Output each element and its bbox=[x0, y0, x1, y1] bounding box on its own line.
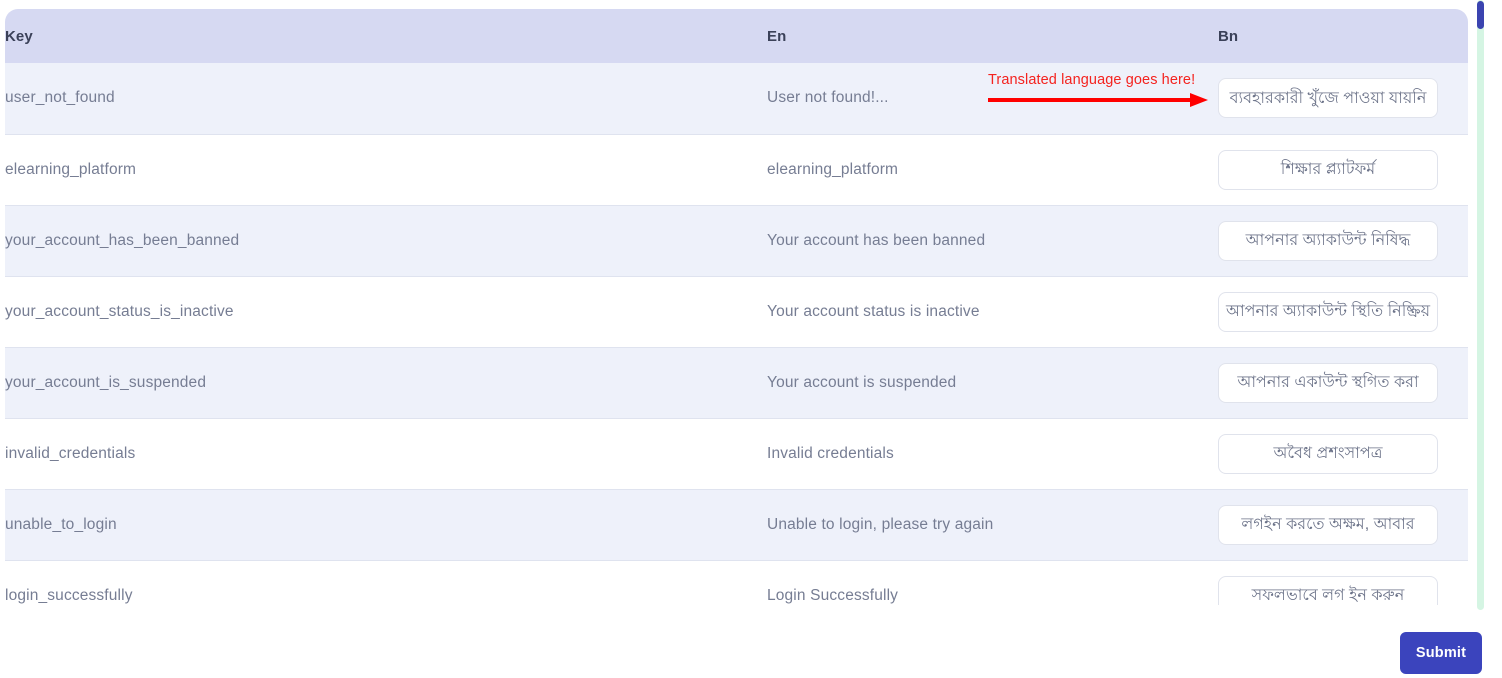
cell-key: unable_to_login bbox=[5, 489, 767, 561]
cell-key: login_successfully bbox=[5, 560, 767, 605]
table-row: user_not_found User not found!... bbox=[5, 63, 1468, 135]
cell-bn bbox=[1218, 205, 1468, 277]
cell-bn bbox=[1218, 489, 1468, 561]
table-header-row: Key En Bn bbox=[5, 9, 1468, 63]
column-header-en: En bbox=[767, 9, 1218, 63]
column-header-key: Key bbox=[5, 9, 767, 63]
translation-table: Key En Bn user_not_found User not found!… bbox=[5, 9, 1468, 605]
cell-key: user_not_found bbox=[5, 63, 767, 135]
cell-en: Your account has been banned bbox=[767, 205, 1218, 277]
cell-bn bbox=[1218, 418, 1468, 490]
translation-input[interactable] bbox=[1218, 78, 1438, 119]
vertical-scrollbar-thumb[interactable] bbox=[1477, 1, 1484, 29]
cell-en: Your account status is inactive bbox=[767, 276, 1218, 348]
cell-en: User not found!... bbox=[767, 63, 1218, 135]
cell-en: Your account is suspended bbox=[767, 347, 1218, 419]
cell-en: Unable to login, please try again bbox=[767, 489, 1218, 561]
cell-key: your_account_status_is_inactive bbox=[5, 276, 767, 348]
cell-bn bbox=[1218, 347, 1468, 419]
translation-input[interactable] bbox=[1218, 291, 1438, 332]
table-row: login_successfully Login Successfully bbox=[5, 560, 1468, 605]
table-row: your_account_is_suspended Your account i… bbox=[5, 347, 1468, 419]
translation-input[interactable] bbox=[1218, 504, 1438, 545]
table-body: user_not_found User not found!... elearn… bbox=[5, 63, 1468, 605]
cell-bn bbox=[1218, 276, 1468, 348]
translation-input[interactable] bbox=[1218, 433, 1438, 474]
table-header: Key En Bn bbox=[5, 9, 1468, 63]
cell-bn bbox=[1218, 134, 1468, 206]
cell-en: elearning_platform bbox=[767, 134, 1218, 206]
cell-en: Login Successfully bbox=[767, 560, 1218, 605]
vertical-scrollbar-track[interactable] bbox=[1477, 0, 1484, 610]
table-row: your_account_has_been_banned Your accoun… bbox=[5, 205, 1468, 277]
translation-input[interactable] bbox=[1218, 149, 1438, 190]
cell-key: your_account_has_been_banned bbox=[5, 205, 767, 277]
translation-input[interactable] bbox=[1218, 362, 1438, 403]
cell-bn bbox=[1218, 560, 1468, 605]
cell-en: Invalid credentials bbox=[767, 418, 1218, 490]
translation-input[interactable] bbox=[1218, 575, 1438, 605]
table-row: invalid_credentials Invalid credentials bbox=[5, 418, 1468, 490]
column-header-bn: Bn bbox=[1218, 9, 1468, 63]
cell-key: invalid_credentials bbox=[5, 418, 767, 490]
translation-input[interactable] bbox=[1218, 220, 1438, 261]
table-row: unable_to_login Unable to login, please … bbox=[5, 489, 1468, 561]
cell-bn bbox=[1218, 63, 1468, 135]
cell-key: elearning_platform bbox=[5, 134, 767, 206]
table-row: elearning_platform elearning_platform bbox=[5, 134, 1468, 206]
translation-table-container: Key En Bn user_not_found User not found!… bbox=[5, 9, 1468, 605]
cell-key: your_account_is_suspended bbox=[5, 347, 767, 419]
table-row: your_account_status_is_inactive Your acc… bbox=[5, 276, 1468, 348]
submit-button[interactable]: Submit bbox=[1400, 632, 1482, 674]
